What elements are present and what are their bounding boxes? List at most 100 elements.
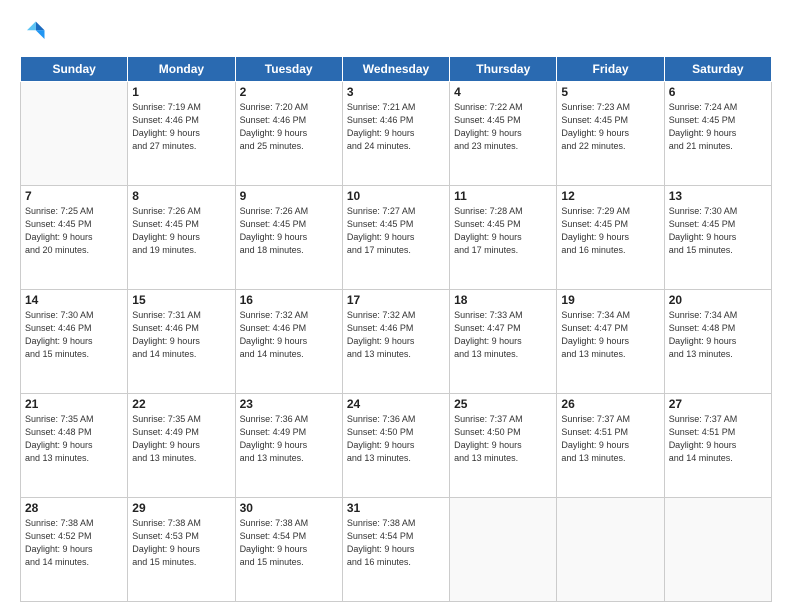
day-info: Sunrise: 7:21 AM Sunset: 4:46 PM Dayligh… xyxy=(347,101,445,153)
page: SundayMondayTuesdayWednesdayThursdayFrid… xyxy=(0,0,792,612)
day-number: 22 xyxy=(132,397,230,411)
day-cell: 8 Sunrise: 7:26 AM Sunset: 4:45 PM Daylig… xyxy=(128,186,235,290)
day-info: Sunrise: 7:26 AM Sunset: 4:45 PM Dayligh… xyxy=(132,205,230,257)
day-info: Sunrise: 7:29 AM Sunset: 4:45 PM Dayligh… xyxy=(561,205,659,257)
day-cell: 11 Sunrise: 7:28 AM Sunset: 4:45 PM Dayli… xyxy=(450,186,557,290)
day-cell: 21 Sunrise: 7:35 AM Sunset: 4:48 PM Dayli… xyxy=(21,394,128,498)
week-row-4: 28 Sunrise: 7:38 AM Sunset: 4:52 PM Dayli… xyxy=(21,498,772,602)
day-info: Sunrise: 7:38 AM Sunset: 4:54 PM Dayligh… xyxy=(240,517,338,569)
logo-icon xyxy=(20,18,48,46)
day-number: 6 xyxy=(669,85,767,99)
day-cell: 27 Sunrise: 7:37 AM Sunset: 4:51 PM Dayli… xyxy=(664,394,771,498)
day-cell: 4Sunrise: 7:22 AM Sunset: 4:45 PM Daylig… xyxy=(450,82,557,186)
day-cell: 17Sunrise: 7:32 AM Sunset: 4:46 PM Dayli… xyxy=(342,290,449,394)
day-info: Sunrise: 7:32 AM Sunset: 4:46 PM Dayligh… xyxy=(240,309,338,361)
day-number: 8 xyxy=(132,189,230,203)
day-cell: 2 Sunrise: 7:20 AM Sunset: 4:46 PM Daylig… xyxy=(235,82,342,186)
day-info: Sunrise: 7:30 AM Sunset: 4:46 PM Dayligh… xyxy=(25,309,123,361)
day-info: Sunrise: 7:37 AM Sunset: 4:51 PM Dayligh… xyxy=(561,413,659,465)
day-cell: 31Sunrise: 7:38 AM Sunset: 4:54 PM Dayli… xyxy=(342,498,449,602)
day-number: 19 xyxy=(561,293,659,307)
day-cell xyxy=(21,82,128,186)
day-info: Sunrise: 7:28 AM Sunset: 4:45 PM Dayligh… xyxy=(454,205,552,257)
weekday-header-wednesday: Wednesday xyxy=(342,57,449,82)
day-number: 2 xyxy=(240,85,338,99)
day-cell: 3Sunrise: 7:21 AM Sunset: 4:46 PM Daylig… xyxy=(342,82,449,186)
day-info: Sunrise: 7:24 AM Sunset: 4:45 PM Dayligh… xyxy=(669,101,767,153)
day-cell: 30 Sunrise: 7:38 AM Sunset: 4:54 PM Dayli… xyxy=(235,498,342,602)
day-number: 20 xyxy=(669,293,767,307)
day-info: Sunrise: 7:38 AM Sunset: 4:53 PM Dayligh… xyxy=(132,517,230,569)
week-row-3: 21 Sunrise: 7:35 AM Sunset: 4:48 PM Dayli… xyxy=(21,394,772,498)
day-number: 31 xyxy=(347,501,445,515)
day-number: 10 xyxy=(347,189,445,203)
day-info: Sunrise: 7:37 AM Sunset: 4:50 PM Dayligh… xyxy=(454,413,552,465)
calendar: SundayMondayTuesdayWednesdayThursdayFrid… xyxy=(20,56,772,602)
day-number: 26 xyxy=(561,397,659,411)
day-number: 21 xyxy=(25,397,123,411)
day-cell: 18 Sunrise: 7:33 AM Sunset: 4:47 PM Dayli… xyxy=(450,290,557,394)
weekday-header-tuesday: Tuesday xyxy=(235,57,342,82)
day-info: Sunrise: 7:23 AM Sunset: 4:45 PM Dayligh… xyxy=(561,101,659,153)
day-number: 1 xyxy=(132,85,230,99)
day-cell: 28 Sunrise: 7:38 AM Sunset: 4:52 PM Dayli… xyxy=(21,498,128,602)
day-number: 25 xyxy=(454,397,552,411)
weekday-row: SundayMondayTuesdayWednesdayThursdayFrid… xyxy=(21,57,772,82)
day-info: Sunrise: 7:33 AM Sunset: 4:47 PM Dayligh… xyxy=(454,309,552,361)
day-cell: 19Sunrise: 7:34 AM Sunset: 4:47 PM Dayli… xyxy=(557,290,664,394)
day-number: 24 xyxy=(347,397,445,411)
day-number: 16 xyxy=(240,293,338,307)
calendar-body: 1Sunrise: 7:19 AM Sunset: 4:46 PM Daylig… xyxy=(21,82,772,602)
day-number: 15 xyxy=(132,293,230,307)
day-cell: 20Sunrise: 7:34 AM Sunset: 4:48 PM Dayli… xyxy=(664,290,771,394)
day-number: 4 xyxy=(454,85,552,99)
day-number: 9 xyxy=(240,189,338,203)
day-info: Sunrise: 7:35 AM Sunset: 4:49 PM Dayligh… xyxy=(132,413,230,465)
day-info: Sunrise: 7:31 AM Sunset: 4:46 PM Dayligh… xyxy=(132,309,230,361)
day-info: Sunrise: 7:35 AM Sunset: 4:48 PM Dayligh… xyxy=(25,413,123,465)
day-cell: 29 Sunrise: 7:38 AM Sunset: 4:53 PM Dayli… xyxy=(128,498,235,602)
day-number: 11 xyxy=(454,189,552,203)
weekday-header-sunday: Sunday xyxy=(21,57,128,82)
calendar-header: SundayMondayTuesdayWednesdayThursdayFrid… xyxy=(21,57,772,82)
week-row-0: 1Sunrise: 7:19 AM Sunset: 4:46 PM Daylig… xyxy=(21,82,772,186)
day-info: Sunrise: 7:36 AM Sunset: 4:49 PM Dayligh… xyxy=(240,413,338,465)
day-number: 7 xyxy=(25,189,123,203)
day-info: Sunrise: 7:20 AM Sunset: 4:46 PM Dayligh… xyxy=(240,101,338,153)
day-cell: 23Sunrise: 7:36 AM Sunset: 4:49 PM Dayli… xyxy=(235,394,342,498)
day-cell: 6 Sunrise: 7:24 AM Sunset: 4:45 PM Daylig… xyxy=(664,82,771,186)
weekday-header-saturday: Saturday xyxy=(664,57,771,82)
day-number: 12 xyxy=(561,189,659,203)
day-cell: 26 Sunrise: 7:37 AM Sunset: 4:51 PM Dayli… xyxy=(557,394,664,498)
weekday-header-monday: Monday xyxy=(128,57,235,82)
day-number: 28 xyxy=(25,501,123,515)
day-info: Sunrise: 7:27 AM Sunset: 4:45 PM Dayligh… xyxy=(347,205,445,257)
day-cell xyxy=(557,498,664,602)
weekday-header-friday: Friday xyxy=(557,57,664,82)
day-cell: 9 Sunrise: 7:26 AM Sunset: 4:45 PM Daylig… xyxy=(235,186,342,290)
header xyxy=(20,18,772,46)
day-number: 17 xyxy=(347,293,445,307)
week-row-2: 14 Sunrise: 7:30 AM Sunset: 4:46 PM Dayli… xyxy=(21,290,772,394)
day-number: 5 xyxy=(561,85,659,99)
day-info: Sunrise: 7:25 AM Sunset: 4:45 PM Dayligh… xyxy=(25,205,123,257)
day-cell: 5 Sunrise: 7:23 AM Sunset: 4:45 PM Daylig… xyxy=(557,82,664,186)
day-number: 14 xyxy=(25,293,123,307)
day-cell: 16 Sunrise: 7:32 AM Sunset: 4:46 PM Dayli… xyxy=(235,290,342,394)
day-cell: 15 Sunrise: 7:31 AM Sunset: 4:46 PM Dayli… xyxy=(128,290,235,394)
day-cell: 14 Sunrise: 7:30 AM Sunset: 4:46 PM Dayli… xyxy=(21,290,128,394)
day-number: 27 xyxy=(669,397,767,411)
day-number: 30 xyxy=(240,501,338,515)
day-cell xyxy=(450,498,557,602)
day-info: Sunrise: 7:36 AM Sunset: 4:50 PM Dayligh… xyxy=(347,413,445,465)
logo xyxy=(20,18,52,46)
day-info: Sunrise: 7:37 AM Sunset: 4:51 PM Dayligh… xyxy=(669,413,767,465)
day-info: Sunrise: 7:26 AM Sunset: 4:45 PM Dayligh… xyxy=(240,205,338,257)
day-number: 18 xyxy=(454,293,552,307)
weekday-header-thursday: Thursday xyxy=(450,57,557,82)
day-number: 29 xyxy=(132,501,230,515)
day-cell: 13Sunrise: 7:30 AM Sunset: 4:45 PM Dayli… xyxy=(664,186,771,290)
day-info: Sunrise: 7:38 AM Sunset: 4:52 PM Dayligh… xyxy=(25,517,123,569)
day-cell: 10 Sunrise: 7:27 AM Sunset: 4:45 PM Dayli… xyxy=(342,186,449,290)
day-cell: 1Sunrise: 7:19 AM Sunset: 4:46 PM Daylig… xyxy=(128,82,235,186)
